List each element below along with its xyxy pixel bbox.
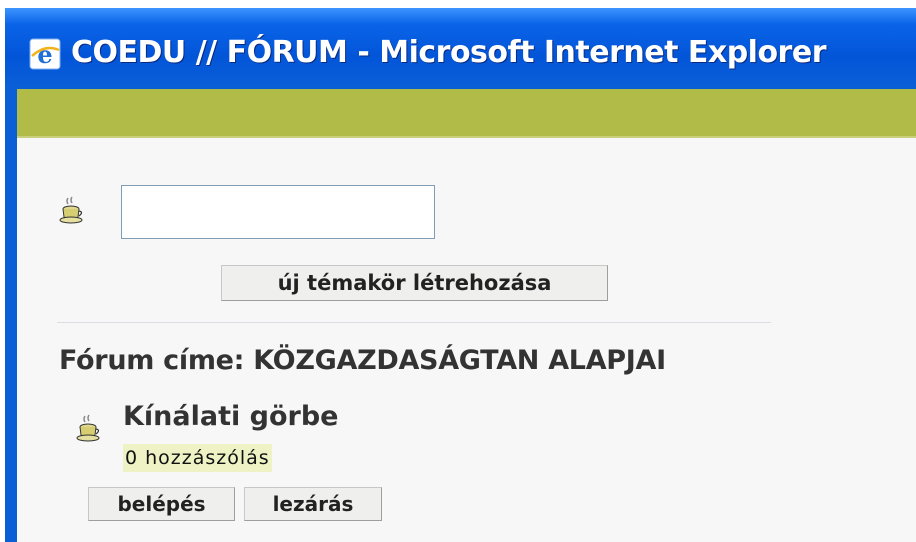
close-topic-button[interactable]: lezárás — [244, 487, 382, 521]
enter-topic-button[interactable]: belépés — [88, 487, 235, 521]
page-content: új témakör létrehozása Fórum címe: KÖZGA… — [17, 89, 916, 542]
topic-title[interactable]: Kínálati görbe — [123, 401, 339, 432]
divider — [57, 322, 771, 323]
post-count: 0 hozzászólás — [123, 444, 272, 472]
coffee-cup-icon — [76, 414, 100, 442]
title-bar[interactable]: e COEDU // FÓRUM - Microsoft Internet Ex… — [5, 8, 916, 88]
create-topic-button[interactable]: új témakör létrehozása — [221, 265, 608, 301]
coffee-cup-icon — [59, 196, 83, 224]
svg-text:e: e — [37, 40, 52, 69]
new-topic-input[interactable] — [121, 185, 435, 239]
browser-window: e COEDU // FÓRUM - Microsoft Internet Ex… — [5, 8, 916, 542]
window-title: COEDU // FÓRUM - Microsoft Internet Expl… — [71, 35, 827, 70]
internet-explorer-icon: e — [29, 38, 61, 70]
forum-title: Fórum címe: KÖZGAZDASÁGTAN ALAPJAI — [59, 345, 666, 376]
header-bar — [17, 89, 916, 138]
